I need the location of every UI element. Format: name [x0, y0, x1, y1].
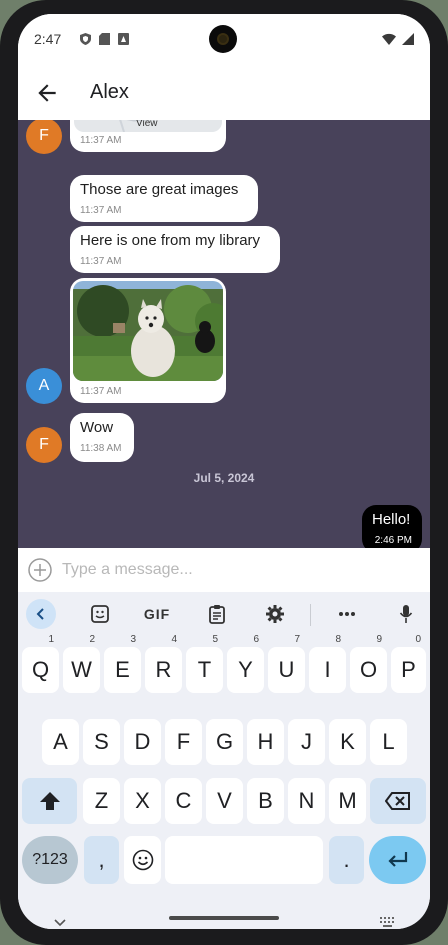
- key-b[interactable]: B: [247, 778, 284, 824]
- screen: 2:47 Alex F View 11:37 AM Those are grea…: [18, 14, 430, 929]
- shift-icon: [39, 792, 60, 810]
- avatar[interactable]: A: [26, 368, 62, 404]
- outgoing-message-bubble[interactable]: Hello! 2:46 PM: [362, 505, 422, 548]
- home-indicator[interactable]: [169, 916, 279, 920]
- message-bubble[interactable]: Wow 11:38 AM: [70, 413, 134, 462]
- avatar[interactable]: F: [26, 427, 62, 463]
- more-icon[interactable]: [336, 600, 358, 628]
- toolbar-divider: [310, 604, 311, 626]
- message-text: Wow: [80, 419, 114, 436]
- key-a[interactable]: A: [42, 719, 79, 765]
- symbols-key[interactable]: ?123: [22, 836, 78, 884]
- key-f[interactable]: F: [165, 719, 202, 765]
- key-l[interactable]: L: [370, 719, 407, 765]
- emoji-key[interactable]: [124, 836, 161, 884]
- key-w[interactable]: W2: [63, 634, 100, 693]
- chevron-left-icon[interactable]: [26, 599, 56, 629]
- map-message-bubble[interactable]: View 11:37 AM: [70, 120, 226, 152]
- gif-button[interactable]: GIF: [142, 600, 172, 628]
- avatar[interactable]: F: [26, 120, 62, 154]
- keyboard-hide-icon[interactable]: [54, 914, 66, 929]
- keyboard-toolbar: GIF: [18, 592, 430, 636]
- message-text: Here is one from my library: [80, 232, 261, 249]
- key-r[interactable]: R4: [145, 634, 182, 693]
- composer-bar: [18, 548, 430, 592]
- key-n[interactable]: N: [288, 778, 325, 824]
- key-t[interactable]: T5: [186, 634, 223, 693]
- key-p[interactable]: P0: [391, 634, 426, 693]
- key-h[interactable]: H: [247, 719, 284, 765]
- space-key[interactable]: [165, 836, 323, 884]
- map-view-label: View: [136, 120, 158, 129]
- conversation-title: Alex: [90, 81, 129, 103]
- message-time: 11:37 AM: [80, 256, 122, 267]
- comma-key[interactable]: ,: [84, 836, 119, 884]
- sd-card-icon: [99, 32, 110, 45]
- backspace-key[interactable]: [370, 778, 426, 824]
- shift-key[interactable]: [22, 778, 77, 824]
- signal-icon: [402, 32, 414, 50]
- message-time: 11:37 AM: [80, 135, 122, 146]
- key-k[interactable]: K: [329, 719, 366, 765]
- message-bubble[interactable]: Those are great images 11:37 AM: [70, 175, 258, 222]
- front-camera: [209, 25, 237, 53]
- app-bar: Alex: [18, 66, 430, 120]
- status-icons-right: [382, 32, 414, 50]
- sticker-icon[interactable]: [88, 600, 112, 628]
- period-key[interactable]: .: [329, 836, 364, 884]
- notification-icon: [118, 32, 129, 45]
- date-separator: Jul 5, 2024: [193, 471, 255, 485]
- key-s[interactable]: S: [83, 719, 120, 765]
- dog-photo[interactable]: [73, 281, 223, 381]
- enter-icon: [387, 852, 407, 867]
- backspace-icon: [384, 792, 410, 810]
- key-y[interactable]: Y6: [227, 634, 264, 693]
- message-input[interactable]: [62, 556, 412, 584]
- status-time: 2:47: [34, 31, 62, 47]
- message-text: Those are great images: [80, 181, 239, 198]
- message-time: 11:38 AM: [80, 443, 122, 454]
- status-icons-left: [80, 32, 129, 45]
- message-time: 11:37 AM: [80, 386, 122, 397]
- gear-icon[interactable]: [264, 600, 286, 628]
- message-list[interactable]: F View 11:37 AM Those are great images 1…: [18, 120, 430, 548]
- mic-icon[interactable]: [396, 600, 416, 628]
- image-message-bubble[interactable]: 11:37 AM: [70, 278, 226, 403]
- key-q[interactable]: Q1: [22, 634, 59, 693]
- message-time: 11:37 AM: [80, 205, 122, 216]
- key-z[interactable]: Z: [83, 778, 120, 824]
- back-arrow-icon[interactable]: [34, 80, 60, 106]
- emoji-icon: [132, 849, 153, 871]
- wifi-icon: [382, 32, 396, 50]
- map-thumbnail[interactable]: View: [74, 120, 222, 132]
- key-e[interactable]: E3: [104, 634, 141, 693]
- keyboard: GIF Q1 W2 E3 R4 T5 Y6 U7 I8 O9 P0 A S D …: [18, 592, 430, 929]
- shield-icon: [80, 32, 91, 45]
- key-o[interactable]: O9: [350, 634, 387, 693]
- key-c[interactable]: C: [165, 778, 202, 824]
- key-v[interactable]: V: [206, 778, 243, 824]
- key-m[interactable]: M: [329, 778, 366, 824]
- keyboard-switch-icon[interactable]: [380, 914, 396, 929]
- key-x[interactable]: X: [124, 778, 161, 824]
- navigation-area: [18, 892, 430, 929]
- message-bubble[interactable]: Here is one from my library 11:37 AM: [70, 226, 280, 273]
- key-i[interactable]: I8: [309, 634, 346, 693]
- status-bar: 2:47: [18, 14, 430, 66]
- key-j[interactable]: J: [288, 719, 325, 765]
- key-g[interactable]: G: [206, 719, 243, 765]
- key-u[interactable]: U7: [268, 634, 305, 693]
- key-d[interactable]: D: [124, 719, 161, 765]
- enter-key[interactable]: [369, 836, 426, 884]
- message-text: Hello!: [372, 511, 411, 528]
- message-time: 2:46 PM: [374, 535, 412, 546]
- clipboard-icon[interactable]: [206, 600, 228, 628]
- add-attachment-icon[interactable]: [28, 558, 52, 582]
